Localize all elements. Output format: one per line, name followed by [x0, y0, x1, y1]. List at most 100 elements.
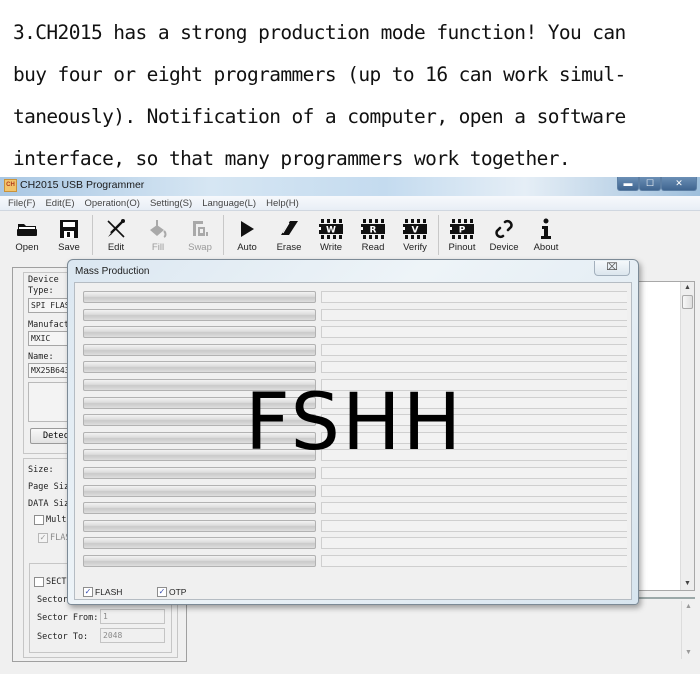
pen-icon [103, 217, 129, 241]
swap-label: Swap [188, 242, 212, 253]
verify-label: Verify [403, 242, 427, 253]
toolbar-separator [223, 215, 224, 255]
programmer-progress-bar [83, 484, 316, 497]
otp-option[interactable]: ✓ OTP [157, 587, 186, 597]
flash-option-checkbox[interactable]: ✓ [83, 587, 93, 597]
scroll-up-icon[interactable]: ▲ [681, 282, 694, 294]
programmer-row [83, 502, 631, 516]
read-button[interactable]: R Read [352, 212, 394, 258]
verify-button[interactable]: V Verify [394, 212, 436, 258]
menu-language[interactable]: Language(L) [202, 196, 256, 210]
page-size-label: Page Siz [28, 482, 69, 492]
menu-setting[interactable]: Setting(S) [150, 196, 192, 210]
open-label: Open [15, 242, 39, 253]
sector-from-label: Sector From: [37, 613, 99, 623]
dialog-close-button[interactable]: ⌧ [594, 261, 630, 276]
data-size-label: DATA Siz [28, 499, 69, 509]
scroll-thumb[interactable] [682, 295, 693, 309]
pinout-label: Pinout [448, 242, 476, 253]
watermark: FSHH [245, 378, 464, 468]
programmer-status [321, 308, 627, 321]
fill-button[interactable]: Fill [137, 212, 179, 258]
programmer-row [83, 537, 631, 551]
close-button[interactable]: ✕ [661, 177, 697, 191]
swap-button[interactable]: Swap [179, 212, 221, 258]
chip-p-icon: P [449, 217, 475, 241]
edit-label: Edit [107, 242, 125, 253]
programmer-progress-bar [83, 308, 316, 321]
programmer-status [321, 291, 627, 303]
status-scrollbar[interactable]: ▲ ▼ [681, 601, 695, 659]
caption-line: taneously). Notification of a computer, … [13, 105, 626, 128]
programmer-status [321, 537, 627, 550]
erase-button[interactable]: Erase [268, 212, 310, 258]
size-label: Size: [28, 465, 54, 475]
programmer-progress-bar [83, 326, 316, 339]
sector-to-label: Sector To: [37, 632, 89, 642]
programmer-status [321, 502, 627, 515]
scroll-down-icon[interactable]: ▼ [682, 647, 695, 659]
auto-button[interactable]: Auto [226, 212, 268, 258]
sector-to-input[interactable]: 2048 [100, 628, 165, 643]
toolbar: Open Save Edit Fill Swap Auto Erase W Wr… [0, 212, 700, 260]
link-icon [491, 217, 517, 241]
programmer-row [83, 519, 631, 534]
programmer-status [321, 467, 627, 479]
device-label: Device [28, 275, 59, 285]
device-label: Device [489, 242, 519, 253]
programmer-status [321, 361, 627, 374]
otp-option-label: OTP [169, 587, 187, 597]
menu-file[interactable]: File(F) [8, 196, 35, 210]
status-panel: ▲ ▼ [190, 597, 695, 659]
menu-bar: File(F) Edit(E) Operation(O) Setting(S) … [0, 196, 700, 211]
otp-option-checkbox[interactable]: ✓ [157, 587, 167, 597]
sector-checkbox[interactable] [34, 577, 44, 587]
paint-bucket-icon [145, 217, 171, 241]
title-bar[interactable]: CH CH2015 USB Programmer ▬ ☐ ✕ [0, 177, 700, 196]
programmer-row [83, 308, 631, 323]
eraser-icon [276, 217, 302, 241]
auto-label: Auto [237, 242, 257, 253]
minimize-button[interactable]: ▬ [617, 177, 639, 191]
log-scrollbar[interactable]: ▲ ▼ [680, 282, 694, 590]
menu-help[interactable]: Help(H) [266, 196, 299, 210]
toolbar-separator [438, 215, 439, 255]
toolbar-separator [92, 215, 93, 255]
sector-label: Sector [37, 595, 68, 605]
edit-button[interactable]: Edit [95, 212, 137, 258]
programmer-progress-bar [83, 537, 316, 550]
programmer-status [321, 519, 627, 532]
multi-checkbox[interactable] [34, 515, 44, 525]
scroll-down-icon[interactable]: ▼ [681, 578, 694, 590]
about-button[interactable]: About [525, 212, 567, 258]
svg-text:R: R [370, 226, 377, 236]
flash-option[interactable]: ✓ FLASH [83, 587, 122, 597]
sector-from-input[interactable]: 1 [100, 609, 165, 624]
programmer-progress-bar [83, 502, 316, 515]
chip-r-icon: R [360, 217, 386, 241]
menu-edit[interactable]: Edit(E) [45, 196, 74, 210]
save-label: Save [58, 242, 80, 253]
maximize-button[interactable]: ☐ [639, 177, 661, 191]
caption-text: 3.CH2015 has a strong production mode fu… [13, 12, 693, 180]
flash-option-label: FLASH [95, 587, 123, 597]
save-button[interactable]: Save [48, 212, 90, 258]
programmer-progress-bar [83, 361, 316, 374]
programmer-row [83, 484, 631, 499]
svg-text:W: W [326, 226, 336, 236]
flash-checkbox[interactable]: ✓ [38, 533, 48, 543]
programmer-status [321, 326, 627, 339]
write-button[interactable]: W Write [310, 212, 352, 258]
menu-operation[interactable]: Operation(O) [85, 196, 140, 210]
programmer-progress-bar [83, 343, 316, 356]
programmer-row [83, 361, 631, 375]
chip-v-icon: V [402, 217, 428, 241]
device-button[interactable]: Device [483, 212, 525, 258]
caption-line: 3.CH2015 has a strong production mode fu… [13, 21, 626, 44]
window-title: CH2015 USB Programmer [20, 179, 145, 191]
scroll-up-icon[interactable]: ▲ [682, 601, 695, 613]
caption-line: buy four or eight programmers (up to 16 … [13, 63, 626, 86]
pinout-button[interactable]: P Pinout [441, 212, 483, 258]
write-label: Write [320, 242, 342, 253]
open-button[interactable]: Open [6, 212, 48, 258]
